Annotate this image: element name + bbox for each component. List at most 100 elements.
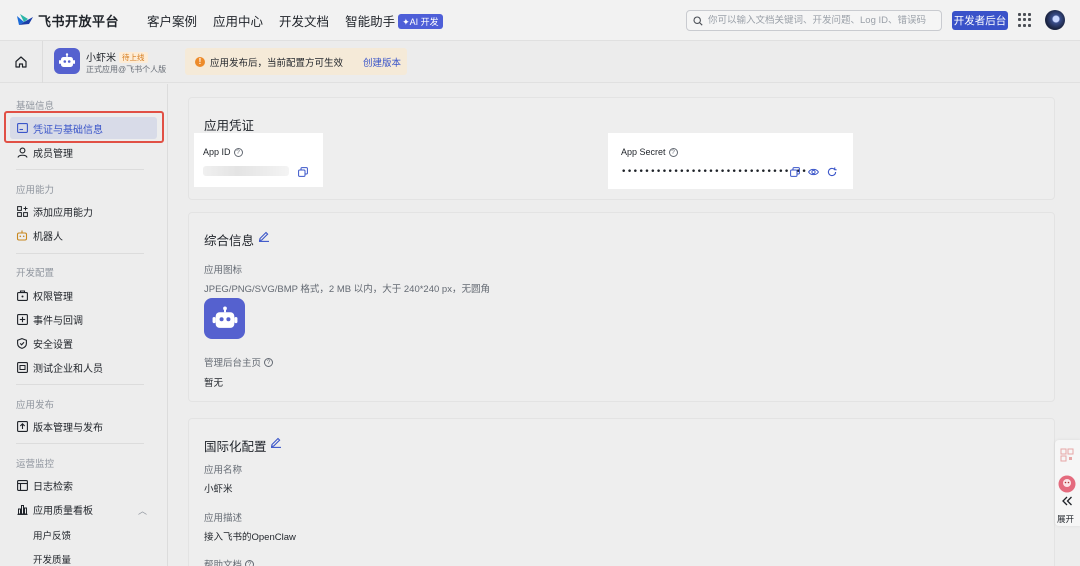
homepage-label: 管理后台主页 <box>204 358 262 369</box>
sidebar-item-versions[interactable]: 版本管理与发布 <box>16 415 156 437</box>
app-secret-panel: App Secret ? •••••••••••••••••••••••••••… <box>608 133 853 189</box>
add-capability-icon <box>16 205 28 217</box>
sidebar-item-events[interactable]: 事件与回调 <box>16 308 156 330</box>
app-name-label: 应用名称 <box>204 465 243 476</box>
sidebar-item-label: 版本管理与发布 <box>33 422 103 434</box>
search-icon <box>693 15 703 26</box>
app-id-label: App ID <box>203 147 231 157</box>
sidebar-section-capabilities: 应用能力 <box>16 185 55 196</box>
divider <box>16 169 144 170</box>
sidebar-item-quality-board[interactable]: 应用质量看板 <box>16 498 156 520</box>
bar-chart-icon <box>16 503 28 515</box>
test-users-icon <box>16 361 28 373</box>
sidebar-subitem-feedback[interactable]: 用户反馈 <box>33 528 71 542</box>
double-chevron-left-icon[interactable] <box>1061 496 1073 506</box>
i18n-card: 国际化配置 应用名称 小虾米 应用描述 接入飞书的OpenClaw 帮助文档 ? <box>188 418 1055 566</box>
app-subtitle: 正式应用@飞书个人版 <box>86 65 167 74</box>
app-icon-label: 应用图标 <box>204 265 243 276</box>
sidebar-item-test-tenants[interactable]: 测试企业和人员 <box>16 356 156 378</box>
sidebar-item-label: 日志检索 <box>33 481 73 493</box>
qr-code-icon[interactable] <box>1060 448 1074 462</box>
sidebar-section-monitoring: 运营监控 <box>16 459 55 470</box>
app-grid-icon[interactable] <box>1018 13 1032 27</box>
app-secret-value: •••••••••••••••••••••••••••••••• <box>621 167 808 177</box>
app-icon-upload[interactable] <box>204 298 245 339</box>
eye-icon[interactable] <box>808 167 819 177</box>
robot-icon <box>16 229 28 241</box>
general-info-card: 综合信息 应用图标 JPEG/PNG/SVG/BMP 格式，2 MB 以内，大于… <box>188 212 1055 402</box>
sidebar-item-label: 测试企业和人员 <box>33 363 103 375</box>
nav-app-center[interactable]: 应用中心 <box>213 11 263 30</box>
sidebar-item-add-capability[interactable]: 添加应用能力 <box>16 200 156 222</box>
sidebar-item-label: 成员管理 <box>33 148 73 160</box>
app-name-row: 小虾米 待上线 <box>86 49 148 64</box>
top-nav: 飞书开放平台 客户案例 应用中心 开发文档 智能助手✦AI 开发 开发者后台 <box>0 0 1080 41</box>
help-icon[interactable]: ? <box>245 559 255 566</box>
help-icon[interactable]: ? <box>233 147 243 157</box>
search-box[interactable] <box>686 10 942 31</box>
sidebar-item-label: 权限管理 <box>33 291 73 303</box>
copy-icon[interactable] <box>298 167 308 177</box>
sidebar-item-members[interactable]: 成员管理 <box>16 141 156 163</box>
create-version-link[interactable]: 创建版本 <box>363 55 401 69</box>
divider <box>42 41 43 83</box>
permission-icon <box>16 289 28 301</box>
warning-icon: ! <box>195 56 205 67</box>
app-desc-label: 应用描述 <box>204 513 243 524</box>
edit-icon[interactable] <box>270 436 282 448</box>
chevron-up-icon[interactable]: ︿ <box>138 504 147 517</box>
app-name: 小虾米 <box>86 53 116 64</box>
nav-ai-assistant-label: 智能助手 <box>345 14 396 29</box>
nav-ai-assistant[interactable]: 智能助手 ✦AI 开发 <box>345 11 443 30</box>
ai-dev-badge: ✦AI 开发 <box>398 13 443 29</box>
publish-notice: ! 应用发布后，当前配置方可生效 创建版本 <box>185 48 407 75</box>
sidebar-item-label: 安全设置 <box>33 339 73 351</box>
sidebar-item-label: 添加应用能力 <box>33 207 93 219</box>
help-icon[interactable]: ? <box>668 147 678 157</box>
sidebar-item-label: 应用质量看板 <box>33 505 93 517</box>
app-robot-icon <box>54 48 80 74</box>
sidebar-section-dev-config: 开发配置 <box>16 268 55 279</box>
developer-console-button[interactable]: 开发者后台 <box>952 11 1008 30</box>
upload-icon <box>16 420 28 432</box>
app-icon-hint: JPEG/PNG/SVG/BMP 格式，2 MB 以内，大于 240*240 p… <box>204 284 490 295</box>
refresh-icon[interactable] <box>827 167 837 177</box>
help-doc-label-row: 帮助文档 ? <box>204 557 255 566</box>
sidebar-section-basic: 基础信息 <box>16 101 55 112</box>
help-doc-label: 帮助文档 <box>204 560 243 566</box>
feishu-logo-icon <box>16 13 34 27</box>
user-avatar[interactable] <box>1045 10 1065 30</box>
nav-dev-docs[interactable]: 开发文档 <box>279 11 329 30</box>
person-icon <box>16 146 28 158</box>
log-icon <box>16 479 28 491</box>
edit-icon[interactable] <box>258 230 270 242</box>
help-icon[interactable]: ? <box>264 357 274 367</box>
brand-logo[interactable]: 飞书开放平台 <box>16 11 119 30</box>
main-nav: 客户案例 应用中心 开发文档 智能助手 ✦AI 开发 <box>147 11 459 30</box>
robot-icon <box>212 306 237 328</box>
assistant-avatar-icon[interactable] <box>1058 475 1076 493</box>
expand-label[interactable]: 展开 <box>1057 513 1074 525</box>
sidebar-item-log-search[interactable]: 日志检索 <box>16 474 156 496</box>
nav-customer-cases[interactable]: 客户案例 <box>147 11 197 30</box>
highlight-box <box>4 111 164 143</box>
sidebar-item-permissions[interactable]: 权限管理 <box>16 284 156 306</box>
divider <box>16 443 144 444</box>
home-icon[interactable] <box>14 55 28 69</box>
shield-icon <box>16 337 28 349</box>
search-input[interactable] <box>708 15 933 26</box>
sidebar-item-label: 事件与回调 <box>33 315 83 327</box>
sidebar-subitem-dev-quality[interactable]: 开发质量 <box>33 552 71 566</box>
app-name-value: 小虾米 <box>204 484 233 495</box>
sidebar-item-bot[interactable]: 机器人 <box>16 224 156 246</box>
divider <box>16 253 144 254</box>
app-id-panel: App ID ? <box>194 133 323 187</box>
events-icon <box>16 313 28 325</box>
credentials-title: 应用凭证 <box>204 119 255 133</box>
copy-icon[interactable] <box>790 167 800 177</box>
homepage-label-row: 管理后台主页 ? <box>204 355 274 369</box>
sidebar-section-release: 应用发布 <box>16 400 55 411</box>
sidebar-item-security[interactable]: 安全设置 <box>16 332 156 354</box>
app-secret-label: App Secret <box>621 147 666 157</box>
brand-name: 飞书开放平台 <box>38 13 120 29</box>
